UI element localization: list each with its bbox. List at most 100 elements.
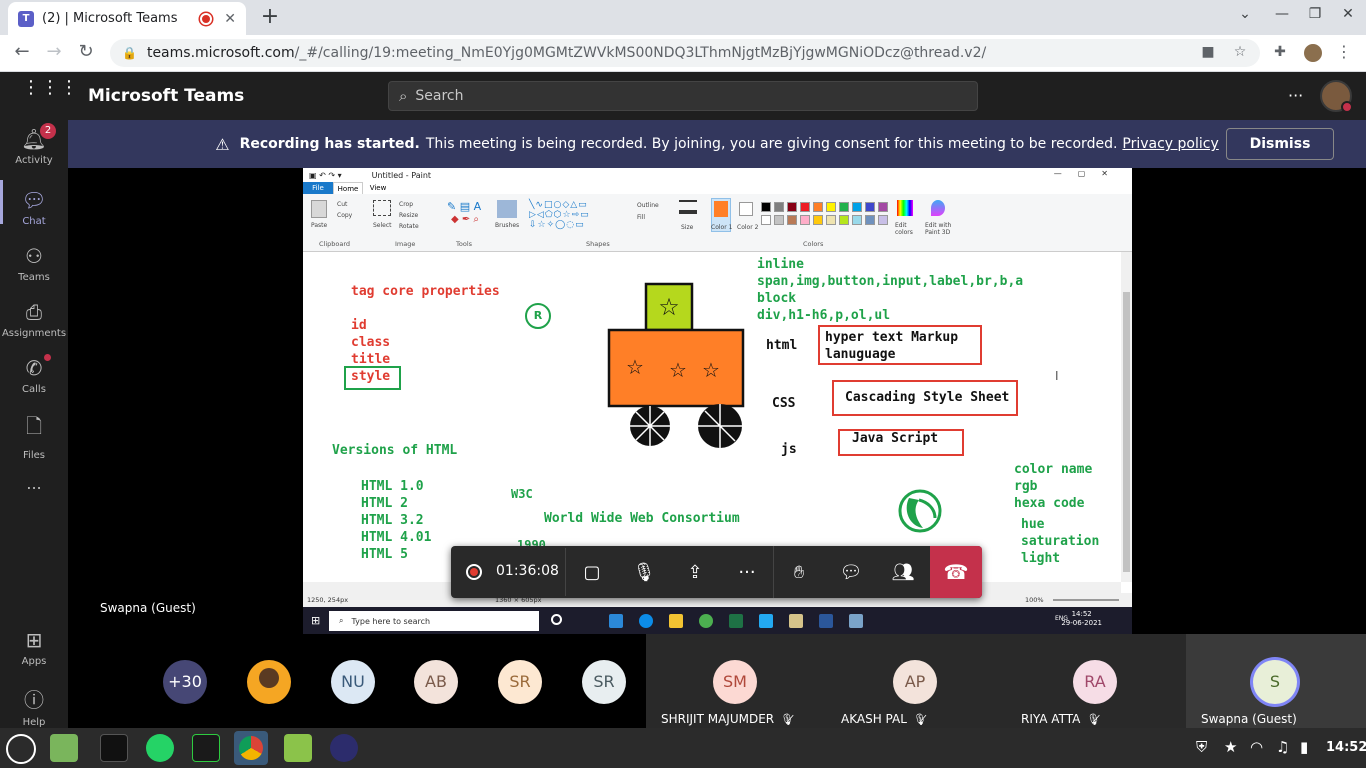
palette-swatch[interactable] xyxy=(800,215,810,225)
color2-selector[interactable] xyxy=(739,202,753,216)
user-avatar[interactable] xyxy=(1320,80,1353,113)
palette-swatch[interactable] xyxy=(826,202,836,212)
os-menu-icon[interactable] xyxy=(6,734,36,764)
palette-swatch[interactable] xyxy=(852,215,862,225)
chat-button[interactable]: 💬︎ xyxy=(836,558,866,588)
paint3d-icon[interactable] xyxy=(931,200,945,216)
file-explorer-icon[interactable] xyxy=(669,614,683,628)
rail-item-teams[interactable]: ⚇ Teams xyxy=(0,244,68,283)
windows-start-icon[interactable]: ⊞ xyxy=(311,614,320,627)
size-icon[interactable] xyxy=(679,200,697,214)
restore-icon[interactable]: ❐ xyxy=(1303,6,1327,22)
star-icon[interactable]: ★ xyxy=(1224,738,1237,756)
participant-avatar-nu[interactable]: NU xyxy=(331,660,375,704)
palette-swatch[interactable] xyxy=(761,215,771,225)
camera-icon[interactable]: ■ xyxy=(1198,44,1218,60)
new-tab-button[interactable]: + xyxy=(258,4,282,30)
eraser-icon[interactable]: ◆ ✒ ⌕ xyxy=(451,214,479,225)
palette-swatch[interactable] xyxy=(852,202,862,212)
palette-swatch[interactable] xyxy=(865,202,875,212)
overflow-participants-button[interactable]: +30 xyxy=(163,660,207,704)
cortana-icon[interactable] xyxy=(551,614,562,625)
mic-off-button[interactable]: 🎙︎ xyxy=(629,558,659,588)
edit-colors-icon[interactable] xyxy=(897,200,913,216)
palette-swatch[interactable] xyxy=(878,215,888,225)
bookmark-star-icon[interactable]: ☆ xyxy=(1230,44,1250,60)
chrome-menu-icon[interactable]: ⋮ xyxy=(1336,42,1352,61)
tab-search-icon[interactable]: ⌄ xyxy=(1233,6,1257,22)
wifi-icon[interactable]: ◠ xyxy=(1250,738,1263,756)
palette-swatch[interactable] xyxy=(839,202,849,212)
paint-canvas[interactable]: tag core properties id class title style… xyxy=(303,252,1121,582)
paint-tab-view[interactable]: View xyxy=(363,182,393,194)
privacy-policy-link[interactable]: Privacy policy xyxy=(1122,136,1218,152)
word-icon[interactable] xyxy=(819,614,833,628)
app-launcher-icon[interactable]: ⋮⋮⋮ xyxy=(22,79,78,97)
rail-item-calls[interactable]: ✆ Calls xyxy=(0,354,68,395)
brushes-icon[interactable] xyxy=(497,200,517,218)
reload-icon[interactable]: ↻ xyxy=(74,41,98,62)
rail-item-assignments[interactable]: ⎙ Assignments xyxy=(0,300,68,339)
zoom-slider[interactable] xyxy=(1053,599,1119,601)
rail-item-help[interactable]: ⓘ Help xyxy=(0,684,68,728)
close-tab-icon[interactable]: ✕ xyxy=(224,11,236,27)
search-input[interactable]: ⌕ Search xyxy=(388,81,978,111)
shapes-icon[interactable]: ╲∿□○◇△▭ ▷◁⬠⬡☆⇨▭ ⇩☆✧◯◌▭ xyxy=(529,200,590,230)
palette-swatch[interactable] xyxy=(774,202,784,212)
paint-tab-home[interactable]: Home xyxy=(333,182,363,194)
paint-tab-file[interactable]: File xyxy=(303,182,333,194)
folder-icon[interactable] xyxy=(284,734,312,762)
edge-icon[interactable] xyxy=(639,614,653,628)
select-icon[interactable] xyxy=(373,200,391,216)
palette-swatch[interactable] xyxy=(839,215,849,225)
paint-vertical-scrollbar[interactable] xyxy=(1121,252,1132,582)
palette-swatch[interactable] xyxy=(774,215,784,225)
rail-item-more[interactable]: ... xyxy=(0,474,68,493)
rail-item-activity[interactable]: 🔔︎ 2 Activity xyxy=(0,123,68,166)
chrome-profile-avatar[interactable] xyxy=(1302,42,1324,64)
raise-hand-button[interactable]: ✋︎ xyxy=(784,558,814,588)
terminal-icon[interactable] xyxy=(100,734,128,762)
system-monitor-icon[interactable] xyxy=(192,734,220,762)
browser-tab[interactable]: T (2) | Microsoft Teams ✕ xyxy=(8,2,246,35)
mail-app-icon[interactable] xyxy=(609,614,623,628)
vscode-icon[interactable] xyxy=(759,614,773,628)
close-window-icon[interactable]: ✕ xyxy=(1336,6,1360,22)
palette-swatch[interactable] xyxy=(813,215,823,225)
whatsapp-icon[interactable] xyxy=(146,734,174,762)
windows-search-box[interactable]: ⌕ Type here to search xyxy=(329,611,539,631)
excel-icon[interactable] xyxy=(729,614,743,628)
participant-avatar-ab[interactable]: AB xyxy=(414,660,458,704)
camera-off-button[interactable]: ▢ xyxy=(577,558,607,588)
palette-swatch[interactable] xyxy=(865,215,875,225)
tools-icon[interactable]: ✎ ▤ A xyxy=(447,200,481,213)
address-bar[interactable]: 🔒 teams.microsoft.com/_#/calling/19:meet… xyxy=(110,39,1260,67)
palette-swatch[interactable] xyxy=(787,215,797,225)
paint-app-icon[interactable] xyxy=(789,614,803,628)
participant-avatar-sr[interactable]: SR xyxy=(498,660,542,704)
palette-swatch[interactable] xyxy=(878,202,888,212)
rail-item-chat[interactable]: 💬︎ Chat xyxy=(0,188,68,227)
palette-swatch[interactable] xyxy=(787,202,797,212)
music-icon[interactable]: ♫ xyxy=(1276,738,1289,756)
extensions-icon[interactable]: ✚ xyxy=(1270,44,1290,60)
hang-up-button[interactable]: ☎ xyxy=(930,546,982,598)
chrome-taskbar-icon[interactable] xyxy=(234,731,268,765)
files-folder-icon[interactable] xyxy=(50,734,78,762)
minimize-icon[interactable]: — xyxy=(1270,6,1294,22)
battery-icon[interactable]: ▮ xyxy=(1300,738,1308,756)
palette-swatch[interactable] xyxy=(813,202,823,212)
chrome-icon[interactable] xyxy=(699,614,713,628)
palette-swatch[interactable] xyxy=(826,215,836,225)
more-actions-button[interactable]: ··· xyxy=(732,558,762,588)
taskbar-app-icon[interactable] xyxy=(849,614,863,628)
eclipse-icon[interactable] xyxy=(330,734,358,762)
rail-item-files[interactable]: 🗋 Files xyxy=(0,412,68,461)
palette-swatch[interactable] xyxy=(800,202,810,212)
forward-icon[interactable]: → xyxy=(42,41,66,62)
more-options-icon[interactable]: ··· xyxy=(1288,86,1303,105)
back-icon[interactable]: ← xyxy=(10,41,34,62)
share-screen-button[interactable]: ⇪ xyxy=(680,558,710,588)
dismiss-button[interactable]: Dismiss xyxy=(1226,128,1334,160)
paste-icon[interactable] xyxy=(311,200,327,218)
